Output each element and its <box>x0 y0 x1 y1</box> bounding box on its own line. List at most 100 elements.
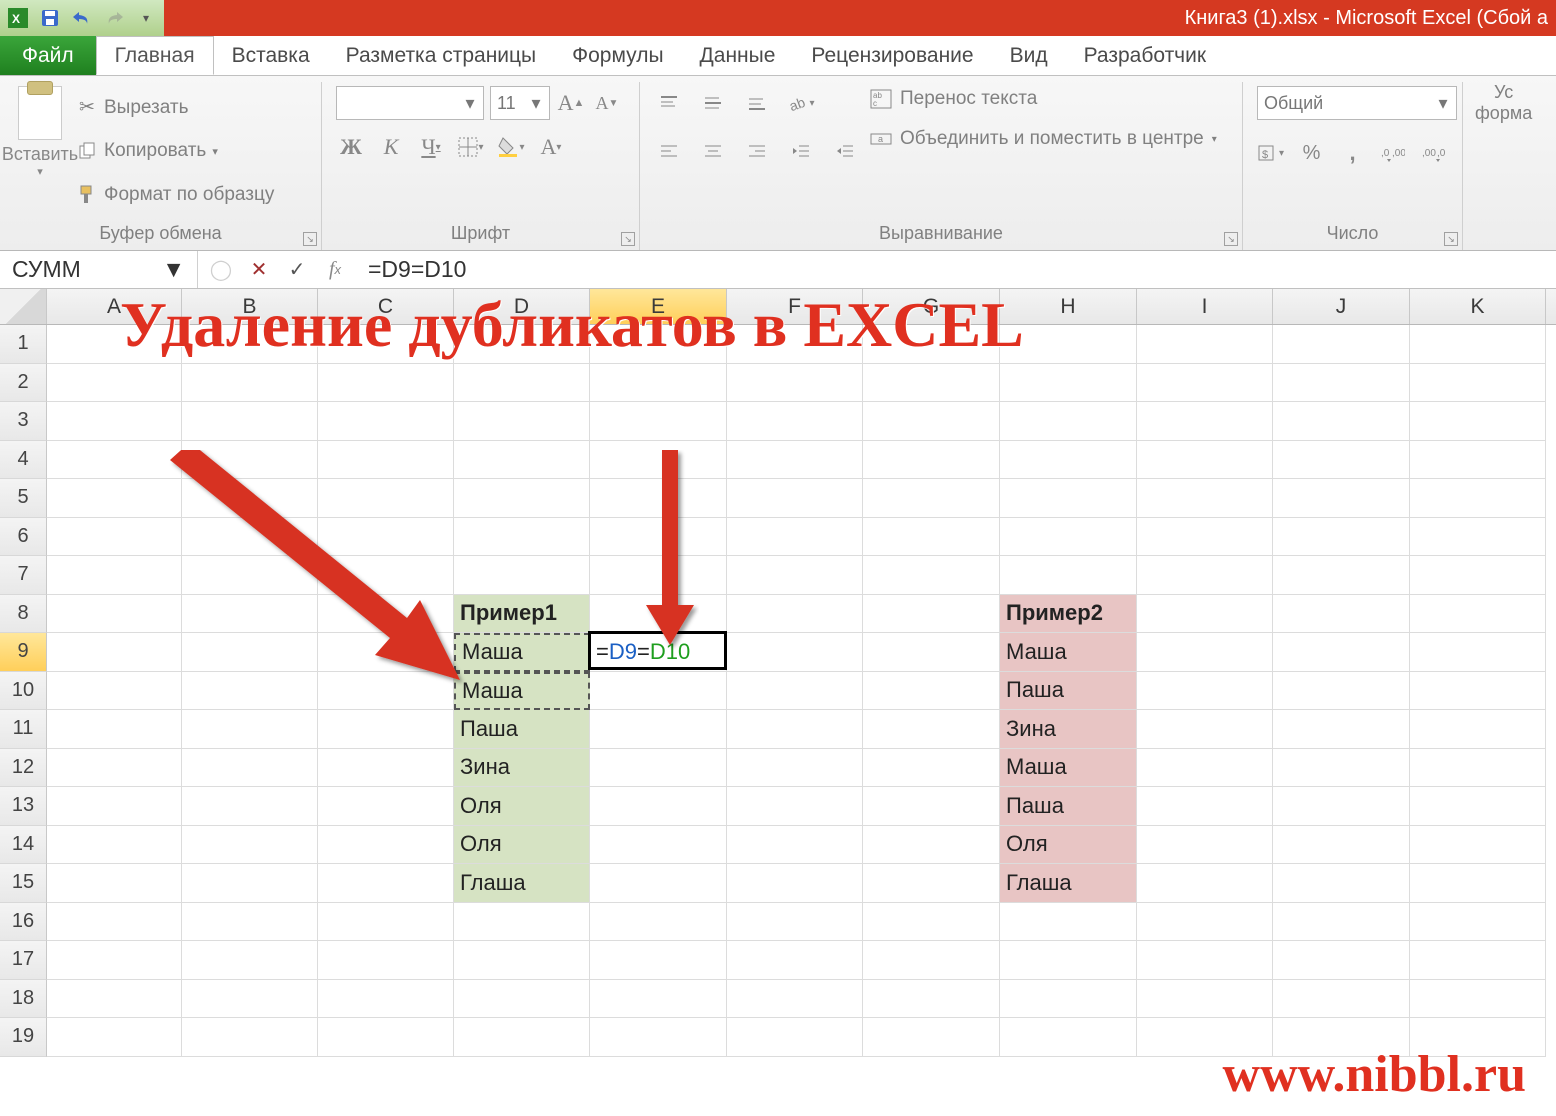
cell-E9[interactable]: =D9=D10 <box>590 633 727 672</box>
cell-E13[interactable] <box>590 787 727 826</box>
borders-icon[interactable]: ▾ <box>456 132 486 162</box>
col-header-K[interactable]: K <box>1410 289 1546 324</box>
cell-J15[interactable] <box>1273 864 1410 903</box>
cell-E11[interactable] <box>590 710 727 749</box>
cell-C6[interactable] <box>318 518 454 557</box>
cell-A13[interactable] <box>47 787 182 826</box>
row-header-18[interactable]: 18 <box>0 980 47 1019</box>
align-right-icon[interactable] <box>742 136 772 166</box>
cell-K16[interactable] <box>1410 903 1546 942</box>
align-center-icon[interactable] <box>698 136 728 166</box>
cell-I4[interactable] <box>1137 441 1273 480</box>
row-header-8[interactable]: 8 <box>0 595 47 634</box>
cell-F7[interactable] <box>727 556 863 595</box>
cell-A4[interactable] <box>47 441 182 480</box>
tab-home[interactable]: Главная <box>96 36 214 75</box>
row-header-17[interactable]: 17 <box>0 941 47 980</box>
cell-D7[interactable] <box>454 556 590 595</box>
italic-icon[interactable]: К <box>376 132 406 162</box>
col-header-J[interactable]: J <box>1273 289 1410 324</box>
align-bottom-icon[interactable] <box>742 88 772 118</box>
cell-J7[interactable] <box>1273 556 1410 595</box>
cell-I19[interactable] <box>1137 1018 1273 1057</box>
cell-I13[interactable] <box>1137 787 1273 826</box>
cell-H15[interactable]: Глаша <box>1000 864 1137 903</box>
cell-C1[interactable] <box>318 325 454 364</box>
cell-H14[interactable]: Оля <box>1000 826 1137 865</box>
enter-formula-icon[interactable]: ✓ <box>284 257 310 283</box>
cell-B15[interactable] <box>182 864 318 903</box>
cell-K6[interactable] <box>1410 518 1546 557</box>
cell-J10[interactable] <box>1273 672 1410 711</box>
fill-color-icon[interactable]: ▾ <box>496 132 526 162</box>
cell-A16[interactable] <box>47 903 182 942</box>
cell-C10[interactable] <box>318 672 454 711</box>
cell-J17[interactable] <box>1273 941 1410 980</box>
cell-B2[interactable] <box>182 364 318 403</box>
cell-H7[interactable] <box>1000 556 1137 595</box>
cell-B16[interactable] <box>182 903 318 942</box>
col-header-D[interactable]: D <box>454 289 590 324</box>
tab-layout[interactable]: Разметка страницы <box>328 36 555 75</box>
cell-F5[interactable] <box>727 479 863 518</box>
cell-K11[interactable] <box>1410 710 1546 749</box>
cell-J8[interactable] <box>1273 595 1410 634</box>
cell-J1[interactable] <box>1273 325 1410 364</box>
cell-F14[interactable] <box>727 826 863 865</box>
cell-F3[interactable] <box>727 402 863 441</box>
cell-D6[interactable] <box>454 518 590 557</box>
cell-H5[interactable] <box>1000 479 1137 518</box>
cell-D15[interactable]: Глаша <box>454 864 590 903</box>
cell-E2[interactable] <box>590 364 727 403</box>
select-all-corner[interactable] <box>0 289 47 324</box>
row-header-3[interactable]: 3 <box>0 402 47 441</box>
percent-icon[interactable]: % <box>1298 138 1325 168</box>
cell-F13[interactable] <box>727 787 863 826</box>
cell-C8[interactable] <box>318 595 454 634</box>
cell-I16[interactable] <box>1137 903 1273 942</box>
format-painter-button[interactable]: Формат по образцу <box>72 182 278 208</box>
cell-H10[interactable]: Паша <box>1000 672 1137 711</box>
cell-G7[interactable] <box>863 556 1000 595</box>
row-header-14[interactable]: 14 <box>0 826 47 865</box>
cell-G13[interactable] <box>863 787 1000 826</box>
formula-input[interactable]: =D9=D10 <box>358 256 1556 283</box>
cell-C7[interactable] <box>318 556 454 595</box>
name-box[interactable]: СУММ ▼ <box>0 251 198 288</box>
cell-C16[interactable] <box>318 903 454 942</box>
cell-B6[interactable] <box>182 518 318 557</box>
cell-E14[interactable] <box>590 826 727 865</box>
cell-K8[interactable] <box>1410 595 1546 634</box>
cell-G9[interactable] <box>863 633 1000 672</box>
tab-formulas[interactable]: Формулы <box>554 36 681 75</box>
cell-H8[interactable]: Пример2 <box>1000 595 1137 634</box>
cell-K10[interactable] <box>1410 672 1546 711</box>
cell-B13[interactable] <box>182 787 318 826</box>
cell-A3[interactable] <box>47 402 182 441</box>
row-header-12[interactable]: 12 <box>0 749 47 788</box>
cell-K4[interactable] <box>1410 441 1546 480</box>
cell-J2[interactable] <box>1273 364 1410 403</box>
cell-G3[interactable] <box>863 402 1000 441</box>
cell-B12[interactable] <box>182 749 318 788</box>
row-header-2[interactable]: 2 <box>0 364 47 403</box>
row-header-1[interactable]: 1 <box>0 325 47 364</box>
cell-H13[interactable]: Паша <box>1000 787 1137 826</box>
cell-K3[interactable] <box>1410 402 1546 441</box>
col-header-I[interactable]: I <box>1137 289 1273 324</box>
cell-K13[interactable] <box>1410 787 1546 826</box>
cell-E17[interactable] <box>590 941 727 980</box>
cell-E3[interactable] <box>590 402 727 441</box>
cell-A12[interactable] <box>47 749 182 788</box>
row-header-13[interactable]: 13 <box>0 787 47 826</box>
align-top-icon[interactable] <box>654 88 684 118</box>
cell-K5[interactable] <box>1410 479 1546 518</box>
cell-D9[interactable]: Маша <box>454 633 590 672</box>
cell-B1[interactable] <box>182 325 318 364</box>
increase-indent-icon[interactable] <box>830 136 860 166</box>
cell-K12[interactable] <box>1410 749 1546 788</box>
cell-F18[interactable] <box>727 980 863 1019</box>
row-header-7[interactable]: 7 <box>0 556 47 595</box>
cell-E1[interactable] <box>590 325 727 364</box>
cell-G17[interactable] <box>863 941 1000 980</box>
